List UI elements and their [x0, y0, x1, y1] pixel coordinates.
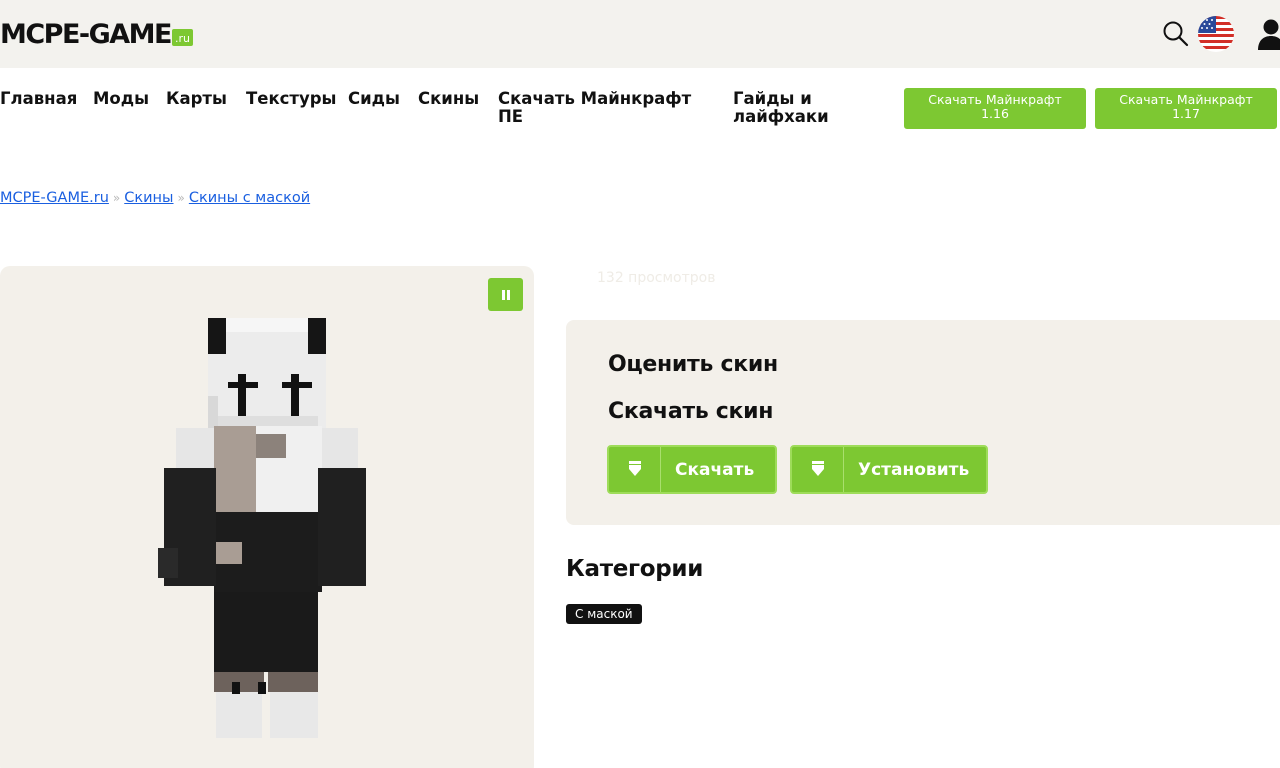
- nav-item-download-pe[interactable]: Скачать Майнкрафт ПЕ: [498, 90, 691, 126]
- download-117-line2: 1.17: [1172, 106, 1200, 121]
- download-116-button[interactable]: Скачать Майнкрафт 1.16: [904, 88, 1086, 129]
- nav-item-mods[interactable]: Моды: [93, 90, 149, 108]
- breadcrumb-current[interactable]: Скины с маской: [189, 190, 310, 206]
- logo-text: MCPE-GAME: [0, 19, 173, 50]
- pause-button[interactable]: [488, 278, 523, 311]
- nav-guides-line2: лайфхаки: [733, 107, 829, 126]
- nav-item-seeds[interactable]: Сиды: [348, 90, 400, 108]
- breadcrumb-sep: »: [177, 191, 185, 205]
- skin-model-image: [158, 318, 366, 738]
- category-tag[interactable]: С маской: [566, 604, 642, 624]
- nav-item-textures[interactable]: Текстуры: [246, 90, 336, 108]
- breadcrumb-skins[interactable]: Скины: [124, 190, 173, 206]
- download-button[interactable]: Скачать: [607, 445, 777, 494]
- nav-item-skins[interactable]: Скины: [418, 90, 479, 108]
- user-icon[interactable]: [1256, 18, 1280, 50]
- us-flag-icon[interactable]: [1198, 16, 1234, 52]
- download-116-line2: 1.16: [981, 106, 1009, 121]
- download-button-label: Скачать: [675, 460, 755, 480]
- header: MCPE-GAME .ru: [0, 0, 1280, 68]
- download-icon: [609, 447, 661, 492]
- nav-item-home[interactable]: Главная: [0, 90, 77, 108]
- breadcrumb: MCPE-GAME.ru» Скины» Скины с маской: [0, 190, 310, 206]
- download-skin-title: Скачать скин: [608, 399, 774, 424]
- main-nav: Главная Моды Карты Текстуры Сиды Скины С…: [0, 68, 1280, 138]
- skin-preview[interactable]: [0, 266, 534, 768]
- views-count: 132 просмотров: [597, 270, 716, 286]
- skin-actions-panel: Оценить скин Скачать скин Скачать Устано…: [566, 320, 1280, 525]
- nav-guides-line1: Гайды и: [733, 89, 812, 108]
- logo-suffix: .ru: [172, 29, 193, 46]
- install-button-label: Установить: [858, 460, 970, 480]
- download-117-line1: Скачать Майнкрафт: [1119, 92, 1253, 107]
- categories-title: Категории: [566, 556, 704, 582]
- download-117-button[interactable]: Скачать Майнкрафт 1.17: [1095, 88, 1277, 129]
- install-button[interactable]: Установить: [790, 445, 988, 494]
- download-116-line1: Скачать Майнкрафт: [928, 92, 1062, 107]
- breadcrumb-sep: »: [112, 191, 121, 205]
- breadcrumb-home[interactable]: MCPE-GAME.ru: [0, 190, 109, 206]
- install-icon: [792, 447, 844, 492]
- site-logo[interactable]: MCPE-GAME .ru: [0, 19, 193, 50]
- rate-skin-title: Оценить скин: [608, 352, 778, 377]
- nav-item-maps[interactable]: Карты: [166, 90, 227, 108]
- nav-download-pe-line1: Скачать Майнкрафт: [498, 89, 692, 108]
- search-icon[interactable]: [1162, 20, 1190, 48]
- nav-download-pe-line2: ПЕ: [498, 107, 524, 126]
- nav-item-guides[interactable]: Гайды и лайфхаки: [733, 90, 829, 126]
